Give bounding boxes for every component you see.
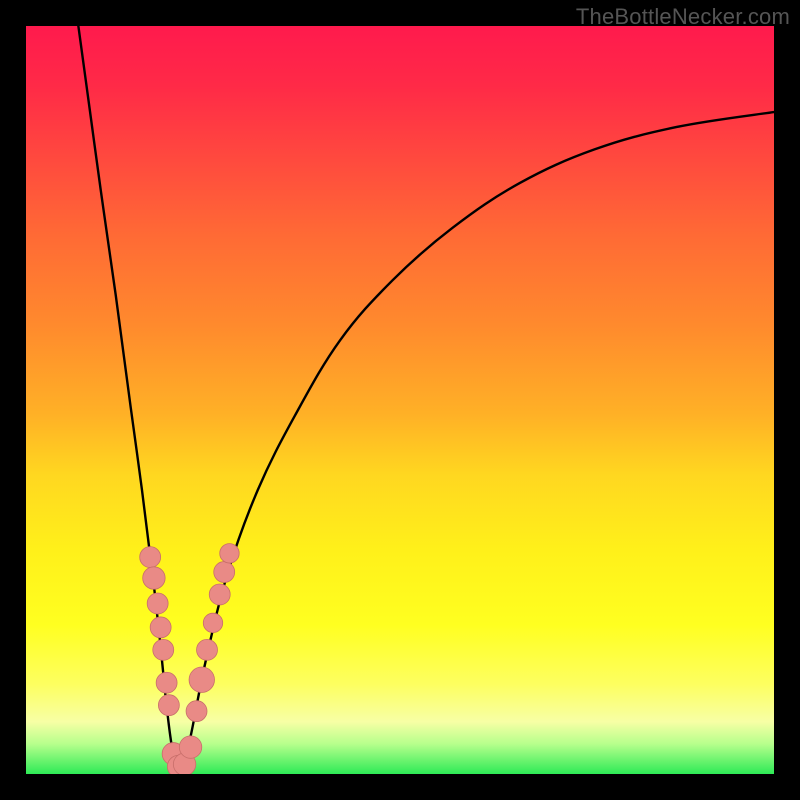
right-cluster-marker: [220, 544, 239, 563]
left-cluster-marker: [143, 567, 165, 589]
left-cluster-marker: [158, 695, 179, 716]
plot-area: [26, 26, 774, 774]
right-cluster-marker: [189, 667, 214, 692]
curve-right-branch: [182, 112, 774, 770]
attribution-text: TheBottleNecker.com: [576, 4, 790, 30]
right-cluster-marker: [209, 584, 230, 605]
left-cluster-marker: [153, 639, 174, 660]
curve-layer: [26, 26, 774, 774]
bottom-cluster-marker: [179, 736, 201, 758]
left-cluster-marker: [140, 547, 161, 568]
left-cluster-marker: [156, 672, 177, 693]
left-cluster-marker: [150, 617, 171, 638]
right-cluster-marker: [203, 613, 222, 632]
left-cluster-marker: [147, 593, 168, 614]
chart-frame: TheBottleNecker.com: [0, 0, 800, 800]
right-cluster-marker: [197, 639, 218, 660]
right-cluster-marker: [214, 562, 235, 583]
right-cluster-marker: [186, 701, 207, 722]
data-markers: [140, 544, 239, 774]
